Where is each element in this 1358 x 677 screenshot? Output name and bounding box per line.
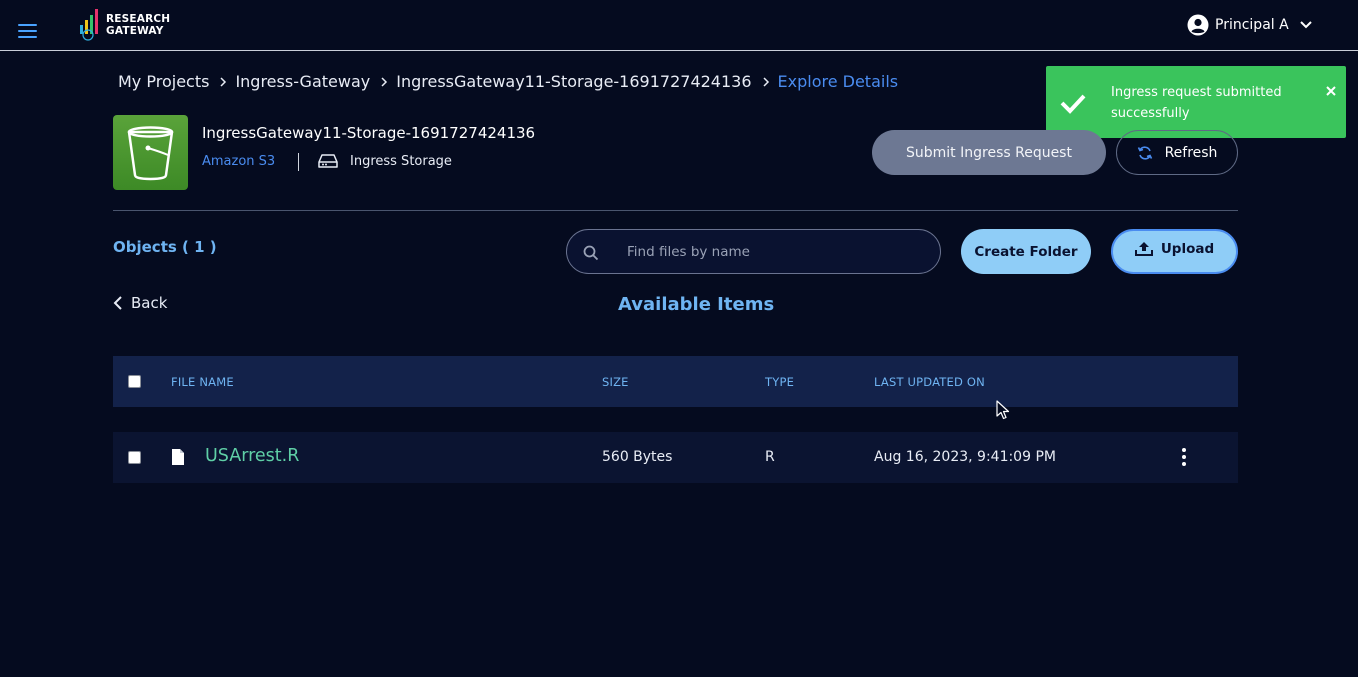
user-avatar-icon bbox=[1187, 14, 1209, 36]
storage-type-label: Ingress Storage bbox=[350, 153, 452, 169]
table-header: FILE NAME SIZE TYPE LAST UPDATED ON bbox=[113, 356, 1238, 407]
file-type: R bbox=[765, 449, 775, 465]
upload-icon bbox=[1134, 242, 1153, 256]
divider bbox=[298, 153, 299, 171]
column-last-updated[interactable]: LAST UPDATED ON bbox=[874, 375, 985, 389]
logo-text-gateway: GATEWAY bbox=[106, 25, 164, 37]
create-folder-button[interactable]: Create Folder bbox=[961, 229, 1091, 274]
refresh-button-label: Refresh bbox=[1164, 144, 1218, 161]
chevron-left-icon bbox=[113, 296, 122, 310]
file-size: 560 Bytes bbox=[602, 449, 673, 465]
upload-button-label: Upload bbox=[1160, 241, 1215, 257]
file-icon bbox=[172, 449, 184, 465]
row-checkbox[interactable] bbox=[128, 451, 141, 464]
success-toast: Ingress request submitted successfully bbox=[1046, 66, 1346, 138]
search-box bbox=[566, 229, 941, 274]
column-file-name[interactable]: FILE NAME bbox=[171, 375, 234, 389]
column-size[interactable]: SIZE bbox=[602, 375, 629, 389]
file-name-link[interactable]: USArrest.R bbox=[205, 446, 299, 466]
refresh-button[interactable]: Refresh bbox=[1116, 130, 1238, 175]
select-all-checkbox[interactable] bbox=[128, 375, 141, 388]
provider-link[interactable]: Amazon S3 bbox=[202, 154, 275, 169]
mouse-cursor-icon bbox=[996, 400, 1010, 420]
research-gateway-logo[interactable]: RESEARCH GATEWAY bbox=[78, 8, 178, 42]
breadcrumb-storage[interactable]: IngressGateway11-Storage-1691727424136 bbox=[396, 72, 751, 91]
close-icon[interactable] bbox=[1322, 82, 1340, 100]
chevron-right-icon bbox=[380, 76, 388, 88]
user-name: Principal A bbox=[1215, 17, 1289, 33]
search-icon bbox=[583, 245, 599, 261]
breadcrumb: My Projects Ingress-Gateway IngressGatew… bbox=[118, 72, 898, 91]
breadcrumb-project[interactable]: Ingress-Gateway bbox=[235, 72, 370, 91]
refresh-icon bbox=[1137, 145, 1152, 160]
file-last-updated: Aug 16, 2023, 9:41:09 PM bbox=[874, 449, 1056, 465]
table-row: USArrest.R 560 Bytes R Aug 16, 2023, 9:4… bbox=[113, 432, 1238, 483]
more-options-icon[interactable] bbox=[1180, 448, 1188, 466]
toast-message: Ingress request submitted successfully bbox=[1111, 85, 1282, 121]
breadcrumb-my-projects[interactable]: My Projects bbox=[118, 72, 209, 91]
column-type[interactable]: TYPE bbox=[765, 375, 794, 389]
menu-icon[interactable] bbox=[18, 24, 38, 38]
chevron-down-icon bbox=[1299, 21, 1312, 29]
resource-name: IngressGateway11-Storage-1691727424136 bbox=[202, 124, 536, 142]
logo-text-research: RESEARCH bbox=[106, 13, 171, 25]
breadcrumb-current: Explore Details bbox=[777, 72, 899, 91]
search-input[interactable] bbox=[627, 230, 927, 273]
hard-drive-icon bbox=[318, 154, 338, 168]
storage-type: Ingress Storage bbox=[318, 153, 452, 169]
chevron-right-icon bbox=[762, 76, 770, 88]
logo-bars-icon bbox=[80, 9, 98, 41]
back-button[interactable]: Back bbox=[113, 294, 167, 312]
checkmark-icon bbox=[1060, 94, 1086, 114]
chevron-right-icon bbox=[219, 76, 227, 88]
back-label: Back bbox=[131, 294, 168, 312]
upload-button[interactable]: Upload bbox=[1111, 229, 1238, 274]
objects-count: Objects ( 1 ) bbox=[113, 238, 217, 256]
section-title: Available Items bbox=[618, 294, 775, 315]
submit-ingress-request-button[interactable]: Submit Ingress Request bbox=[872, 130, 1106, 175]
top-bar: RESEARCH GATEWAY Principal A bbox=[0, 0, 1358, 51]
user-menu[interactable]: Principal A bbox=[1187, 12, 1313, 38]
s3-bucket-icon bbox=[113, 115, 188, 190]
section-divider bbox=[113, 210, 1238, 211]
